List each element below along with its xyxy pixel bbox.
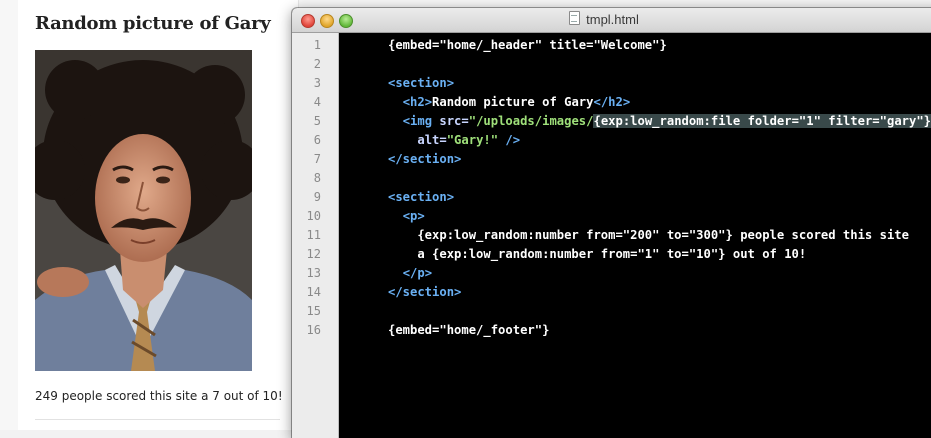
code-editor[interactable]: {embed="home/_header" title="Welcome"} <s…	[339, 33, 931, 438]
line-number: 3	[313, 76, 321, 90]
selected-code-token: {exp:low_random:file folder="1" filter="…	[593, 114, 931, 128]
code-token: </section>	[388, 285, 462, 299]
code-token: <section>	[388, 76, 455, 90]
file-name: tmpl.html	[586, 12, 639, 27]
code-line[interactable]: <p>	[388, 207, 425, 226]
code-token: src=	[439, 114, 469, 128]
score-text: 249 people scored this site a 7 out of 1…	[35, 389, 283, 403]
html-file-icon	[569, 11, 581, 25]
line-number: 15	[306, 304, 321, 318]
page-heading: Random picture of Gary	[35, 13, 271, 34]
line-number: 10	[306, 209, 321, 223]
line-number: 13	[306, 266, 321, 280]
code-line[interactable]: alt="Gary!" />	[388, 131, 520, 150]
code-line[interactable]: <section>	[388, 188, 454, 207]
line-number: 6	[313, 133, 321, 147]
code-line[interactable]: {exp:low_random:number from="200" to="30…	[388, 226, 909, 245]
code-token: "/uploads/images/	[468, 114, 594, 128]
code-line[interactable]: {embed="home/_footer"}	[388, 321, 549, 340]
line-number: 2	[313, 57, 321, 71]
line-number: 11	[306, 228, 321, 242]
code-token: "Gary!"	[446, 133, 499, 147]
code-token: <h2>	[402, 95, 433, 109]
line-number: 9	[313, 190, 321, 204]
code-token: </p>	[402, 266, 433, 280]
code-token: <section>	[388, 190, 455, 204]
code-token: <p>	[402, 209, 425, 223]
code-line[interactable]: <img src="/uploads/images/{exp:low_rando…	[388, 112, 931, 131]
code-line[interactable]: </section>	[388, 283, 461, 302]
code-token: {embed="home/_header" title="Welcome"}	[388, 38, 667, 52]
code-token: />	[498, 133, 521, 147]
code-token: <img	[402, 114, 440, 128]
window-titlebar[interactable]: tmpl.html	[292, 8, 931, 33]
code-token: {embed="home/_footer"}	[388, 323, 550, 337]
line-number: 1	[313, 38, 321, 52]
code-line[interactable]: </section>	[388, 150, 461, 169]
code-line[interactable]: <section>	[388, 74, 454, 93]
line-number: 7	[313, 152, 321, 166]
portrait-image	[35, 50, 252, 371]
code-line[interactable]: {embed="home/_header" title="Welcome"}	[388, 36, 667, 55]
line-number: 14	[306, 285, 321, 299]
editor-window[interactable]: tmpl.html 1 2 3 4 5 6 7 8 9 10 11 12 13 14 15 16 {embed…	[292, 8, 931, 438]
line-number: 12	[306, 247, 321, 261]
code-token: a {exp:low_random:number from="1" to="10…	[388, 247, 807, 261]
code-line[interactable]: <h2>Random picture of Gary</h2>	[388, 93, 630, 112]
line-number: 4	[313, 95, 321, 109]
code-token: </h2>	[593, 95, 631, 109]
line-number: 5	[313, 114, 321, 128]
line-number: 16	[306, 323, 321, 337]
code-token: Random picture of Gary	[432, 95, 594, 109]
divider	[35, 419, 280, 420]
code-token: </section>	[388, 152, 462, 166]
window-title: tmpl.html	[292, 8, 931, 32]
gary-photo	[35, 50, 252, 371]
code-line[interactable]: a {exp:low_random:number from="1" to="10…	[388, 245, 806, 264]
code-line[interactable]: </p>	[388, 264, 432, 283]
line-number: 8	[313, 171, 321, 185]
code-token: alt=	[417, 133, 447, 147]
line-number-gutter: 1 2 3 4 5 6 7 8 9 10 11 12 13 14 15 16	[292, 33, 339, 438]
code-token: {exp:low_random:number from="200" to="30…	[388, 228, 909, 242]
